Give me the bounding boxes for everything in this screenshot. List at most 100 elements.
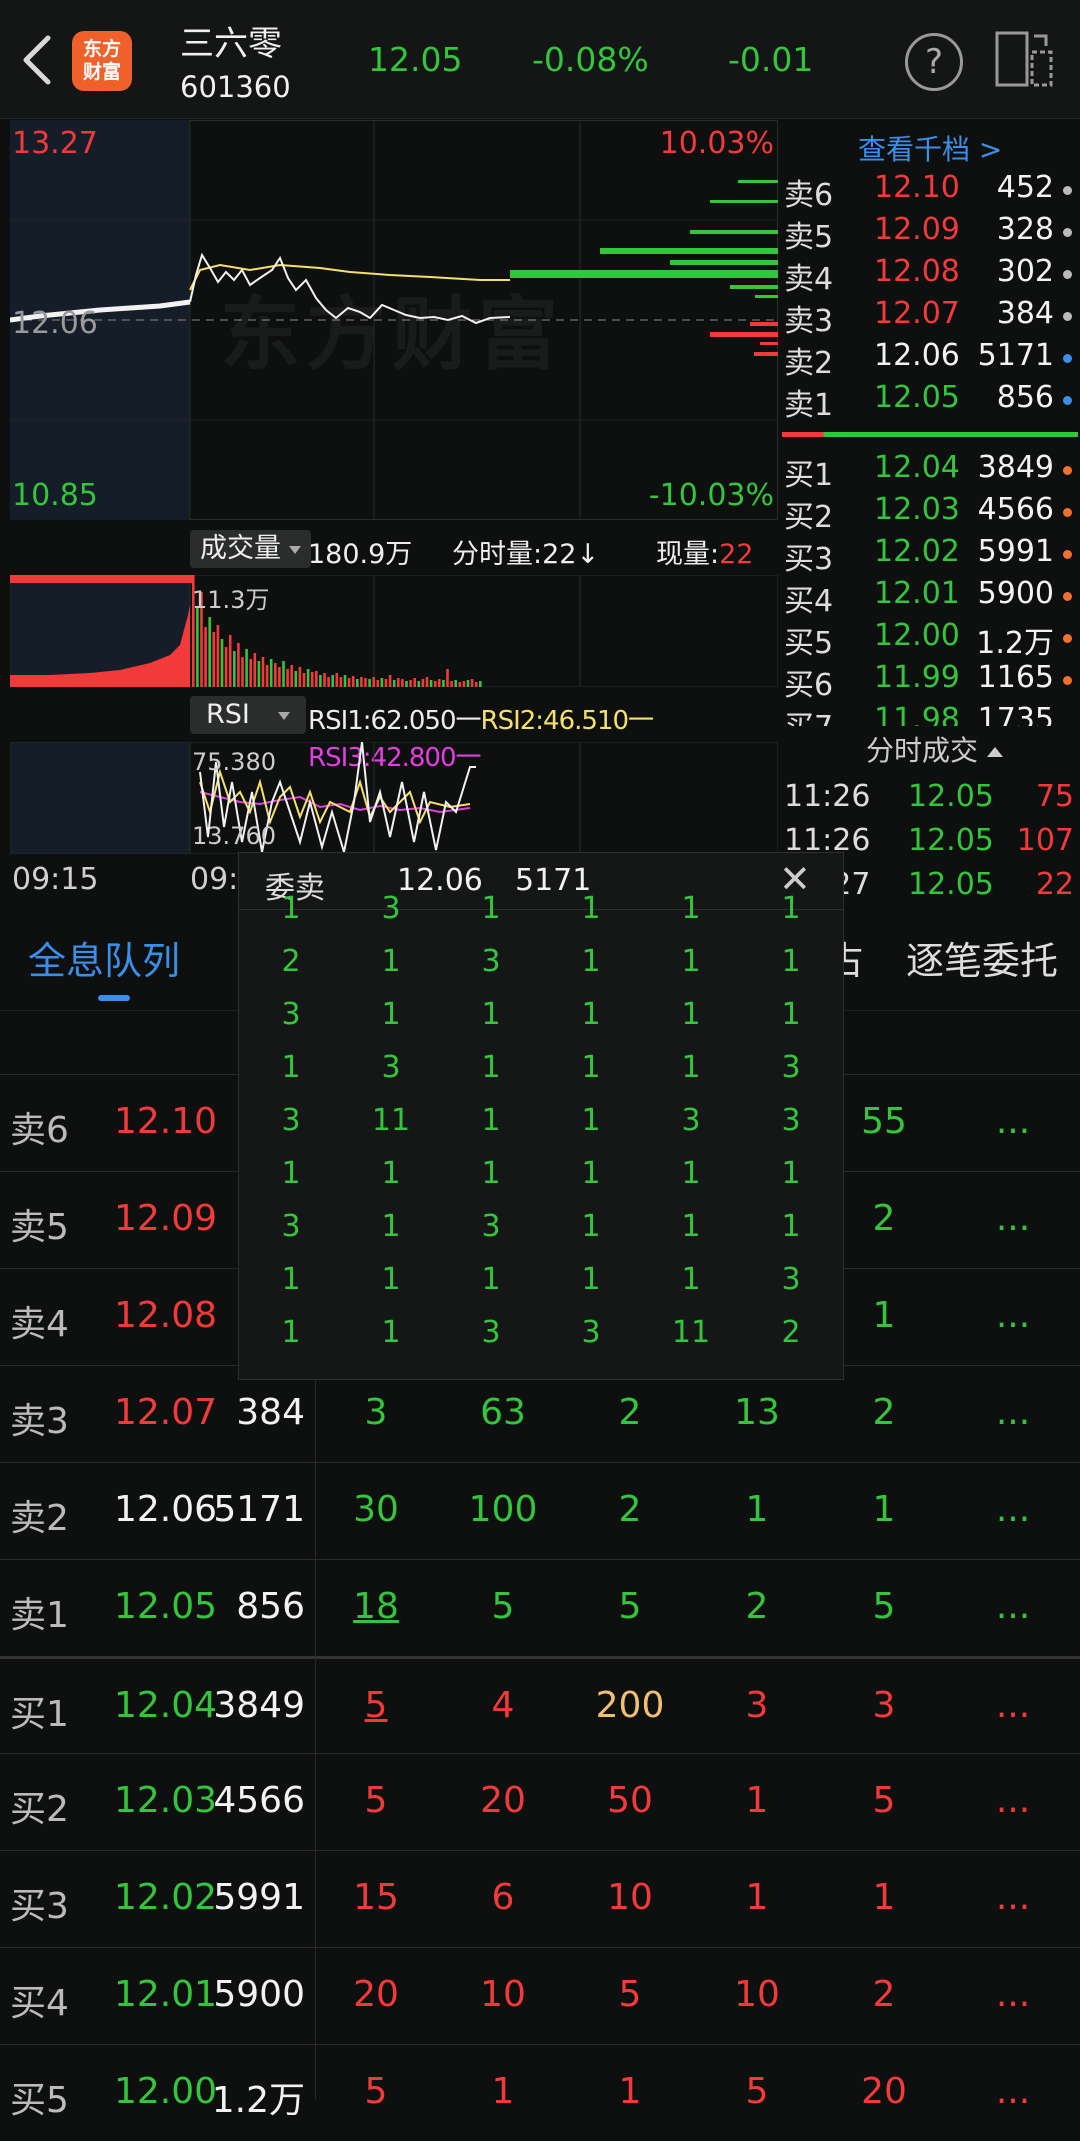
- queue-cell[interactable]: 20: [453, 1780, 553, 1821]
- queue-cell[interactable]: 5: [326, 1685, 426, 1726]
- queue-cell[interactable]: 2: [580, 1392, 680, 1433]
- ask-row[interactable]: 卖4 12.08 302: [780, 254, 1080, 297]
- queue-cell[interactable]: 3: [707, 1685, 807, 1726]
- more-icon[interactable]: ...: [963, 1877, 1063, 1918]
- queue-cell[interactable]: 20: [834, 2071, 934, 2112]
- queue-cell[interactable]: 30: [326, 1489, 426, 1530]
- queue-price: 12.07: [114, 1392, 218, 1433]
- help-icon[interactable]: ?: [905, 33, 963, 91]
- queue-cell[interactable]: 15: [326, 1877, 426, 1918]
- queue-cell[interactable]: 5: [834, 1780, 934, 1821]
- queue-cell[interactable]: 1: [707, 1877, 807, 1918]
- queue-cell[interactable]: 1: [834, 1295, 934, 1336]
- ask-volume: 384: [996, 296, 1054, 331]
- bid-row[interactable]: 买2 12.03 4566: [780, 492, 1080, 535]
- queue-cell[interactable]: 13: [707, 1392, 807, 1433]
- more-icon[interactable]: ...: [963, 1295, 1063, 1336]
- queue-cell[interactable]: 3: [834, 1685, 934, 1726]
- stock-name: 三六零: [180, 24, 282, 64]
- bid-label: 买2: [784, 500, 834, 535]
- queue-cell[interactable]: 5: [580, 1974, 680, 2015]
- queue-cell[interactable]: 63: [453, 1392, 553, 1433]
- queue-cell[interactable]: 1: [834, 1877, 934, 1918]
- queue-cell[interactable]: 3: [326, 1392, 426, 1433]
- queue-cell[interactable]: 10: [453, 1974, 553, 2015]
- queue-row[interactable]: 买4 12.01 5900 20 10 5 10 2...: [0, 1947, 1080, 2044]
- bid-row[interactable]: 买3 12.02 5991: [780, 534, 1080, 577]
- ask-row[interactable]: 卖2 12.06 5171: [780, 338, 1080, 381]
- ask-row[interactable]: 卖6 12.10 452: [780, 170, 1080, 213]
- queue-cell[interactable]: 5: [707, 2071, 807, 2112]
- tick-trades-title[interactable]: 分时成交: [866, 729, 1003, 769]
- queue-cell[interactable]: 1: [707, 1780, 807, 1821]
- more-icon[interactable]: ...: [963, 1780, 1063, 1821]
- queue-row[interactable]: 买1 12.04 3849 5 4 200 3 3...: [0, 1656, 1080, 1755]
- queue-row[interactable]: 卖1 12.05 856 18 5 5 2 5...: [0, 1559, 1080, 1656]
- queue-row[interactable]: 买5 12.00 1.2万 5 1 1 5 20...: [0, 2044, 1080, 2141]
- back-arrow-icon[interactable]: [18, 30, 58, 90]
- queue-row[interactable]: 买3 12.02 5991 15 6 10 1 1...: [0, 1850, 1080, 1947]
- queue-cell[interactable]: 2: [834, 1974, 934, 2015]
- tab-full-queue[interactable]: 全息队列: [28, 930, 180, 985]
- more-icon[interactable]: ...: [963, 1392, 1063, 1433]
- rotate-screen-icon[interactable]: [994, 30, 1054, 88]
- tick-volume: 107: [1016, 823, 1074, 858]
- more-icon[interactable]: ...: [963, 1198, 1063, 1239]
- more-icon[interactable]: ...: [963, 1685, 1063, 1726]
- queue-cell[interactable]: 5: [453, 1586, 553, 1627]
- down-arrow-icon: ↓: [576, 539, 600, 570]
- volume-bar: [421, 679, 425, 687]
- queue-cell[interactable]: 10: [580, 1877, 680, 1918]
- ask-row[interactable]: 卖3 12.07 384: [780, 296, 1080, 339]
- queue-cell[interactable]: 50: [580, 1780, 680, 1821]
- queue-cell[interactable]: 18: [326, 1586, 426, 1627]
- bid-row[interactable]: 买7 11.98 1735: [780, 702, 1080, 726]
- header-change-pct: -0.08%: [532, 40, 649, 79]
- queue-cell[interactable]: 5: [326, 2071, 426, 2112]
- volume-bar: [438, 679, 441, 687]
- bid-row[interactable]: 买5 12.00 1.2万: [780, 618, 1080, 661]
- rsi-selector[interactable]: RSI: [190, 696, 306, 734]
- queue-cell[interactable]: 2: [580, 1489, 680, 1530]
- queue-cell[interactable]: 10: [707, 1974, 807, 2015]
- tick-price: 12.05: [908, 823, 994, 858]
- queue-cell[interactable]: 1: [580, 2071, 680, 2112]
- ask-row[interactable]: 卖1 12.05 856: [780, 380, 1080, 423]
- queue-cell[interactable]: 200: [580, 1685, 680, 1726]
- volume-bar: [376, 680, 380, 687]
- queue-cell[interactable]: 20: [326, 1974, 426, 2015]
- popup-cell: 1: [481, 1103, 501, 1138]
- more-icon[interactable]: ...: [963, 1489, 1063, 1530]
- intraday-chart[interactable]: 13.27 12.06 10.85 10.03% -10.03% 东方财富 成交…: [0, 120, 778, 910]
- queue-cell[interactable]: 5: [326, 1780, 426, 1821]
- more-icon[interactable]: ...: [963, 1974, 1063, 2015]
- bid-row[interactable]: 买4 12.01 5900: [780, 576, 1080, 619]
- queue-cell[interactable]: 4: [453, 1685, 553, 1726]
- queue-cell[interactable]: 100: [453, 1489, 553, 1530]
- more-icon[interactable]: ...: [963, 1586, 1063, 1627]
- queue-cell[interactable]: 5: [834, 1586, 934, 1627]
- more-icon[interactable]: ...: [963, 1101, 1063, 1142]
- queue-cell[interactable]: 1: [707, 1489, 807, 1530]
- volume-selector[interactable]: 成交量: [190, 530, 311, 568]
- queue-cell[interactable]: 1: [834, 1489, 934, 1530]
- queue-row[interactable]: 买2 12.03 4566 5 20 50 1 5...: [0, 1753, 1080, 1850]
- popup-cell: 1: [381, 997, 401, 1032]
- bid-row[interactable]: 买1 12.04 3849: [780, 450, 1080, 493]
- queue-cell[interactable]: 6: [453, 1877, 553, 1918]
- queue-cell[interactable]: 5: [580, 1586, 680, 1627]
- popup-cell: 3: [381, 891, 401, 926]
- view-depth-link[interactable]: 查看千档 >: [858, 128, 1002, 168]
- queue-cell[interactable]: 2: [707, 1586, 807, 1627]
- queue-cell[interactable]: 1: [453, 2071, 553, 2112]
- tab-order-by-order[interactable]: 逐笔委托: [906, 930, 1058, 985]
- volume-bar: [401, 679, 404, 687]
- queue-cell[interactable]: 2: [834, 1198, 934, 1239]
- popup-cell: 2: [281, 944, 301, 979]
- queue-cell[interactable]: 2: [834, 1392, 934, 1433]
- more-icon[interactable]: ...: [963, 2071, 1063, 2112]
- bid-row[interactable]: 买6 11.99 1165: [780, 660, 1080, 703]
- queue-cell[interactable]: 55: [834, 1101, 934, 1142]
- queue-row[interactable]: 卖2 12.06 5171 30 100 2 1 1...: [0, 1462, 1080, 1559]
- ask-row[interactable]: 卖5 12.09 328: [780, 212, 1080, 255]
